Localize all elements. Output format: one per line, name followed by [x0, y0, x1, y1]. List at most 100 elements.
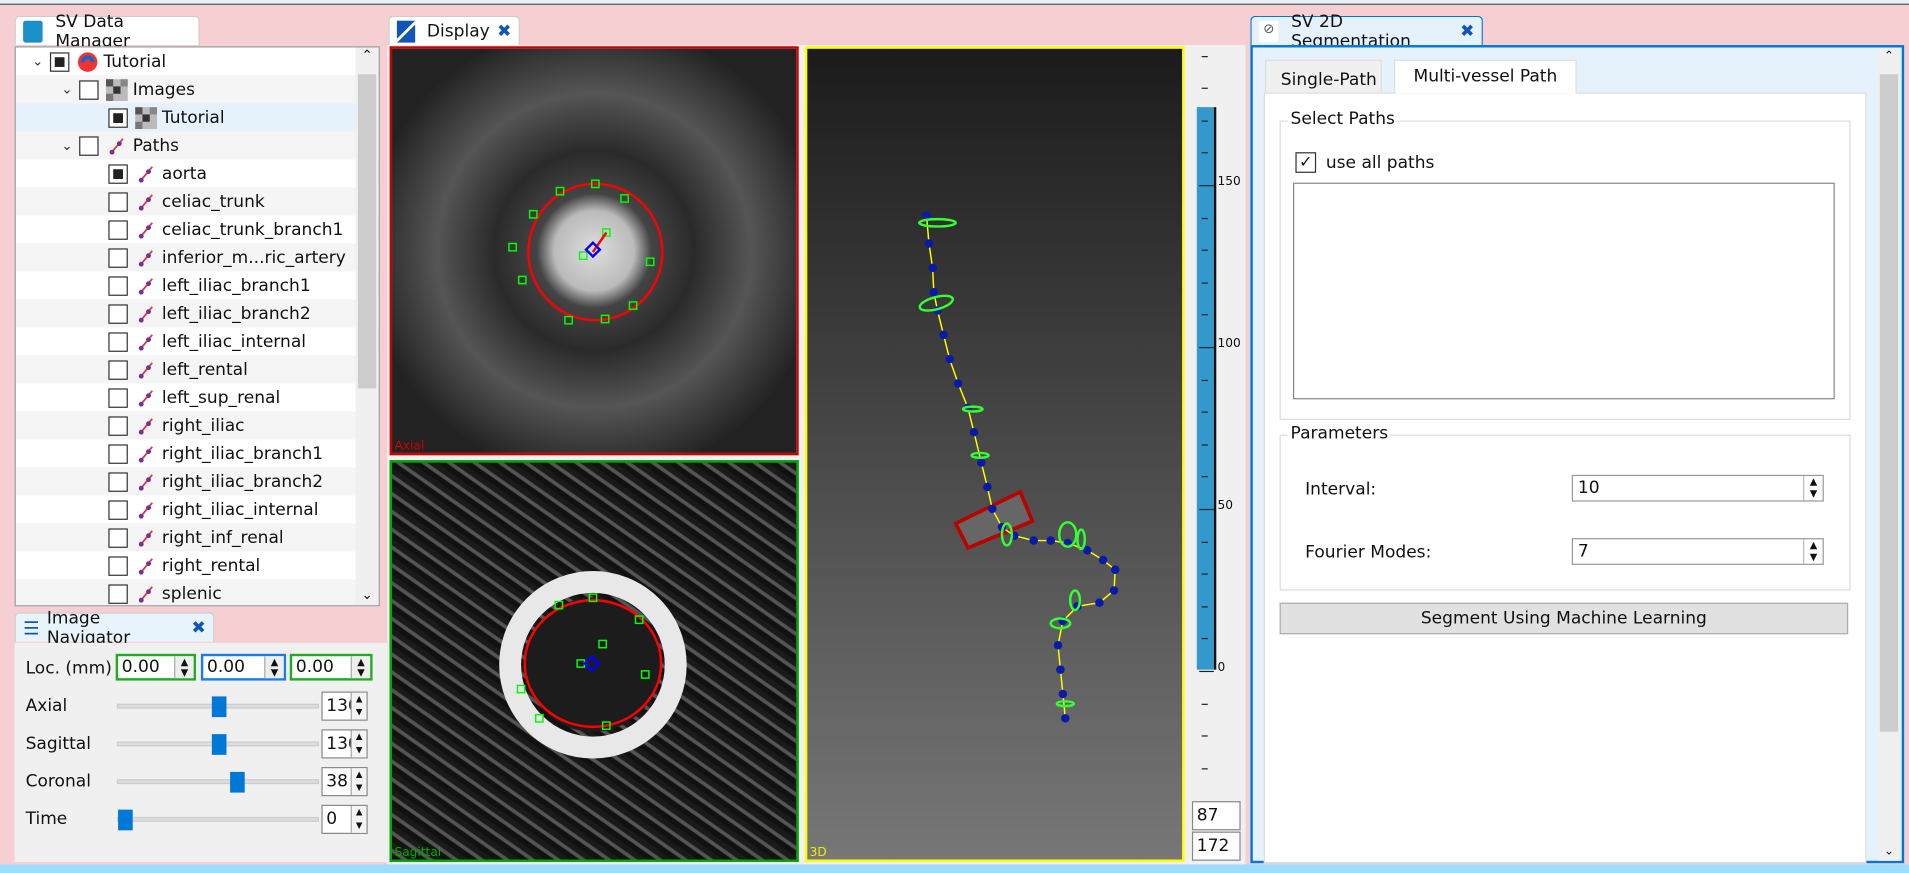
segment-ml-button[interactable]: Segment Using Machine Learning: [1279, 602, 1849, 635]
visibility-checkbox[interactable]: [108, 471, 128, 492]
visibility-checkbox[interactable]: [108, 499, 128, 520]
loc-x-input[interactable]: 0.00 ▲ ▼: [115, 653, 197, 681]
tree-item[interactable]: ⌄ Images: [15, 75, 379, 104]
path-point[interactable]: [1061, 714, 1070, 723]
slice-plane[interactable]: [953, 489, 1035, 551]
spin-buttons[interactable]: ▲ ▼: [350, 692, 367, 720]
slice-spinbox[interactable]: 130 ▲ ▼: [321, 729, 368, 759]
fourier-modes-input[interactable]: 7 ▲ ▼: [1571, 538, 1824, 565]
tree-item[interactable]: right_iliac_branch1: [16, 440, 379, 468]
visibility-checkbox[interactable]: [108, 163, 128, 184]
path-point[interactable]: [1098, 555, 1108, 565]
tree-item[interactable]: left_iliac_branch2: [15, 299, 379, 328]
path-point[interactable]: [1029, 536, 1038, 545]
tree-item[interactable]: right_inf_renal: [15, 523, 379, 552]
spin-buttons[interactable]: ▲ ▼: [350, 730, 367, 758]
path-point[interactable]: [1056, 665, 1065, 674]
visibility-checkbox[interactable]: [79, 135, 99, 156]
tab-display[interactable]: Display ✖: [388, 15, 520, 46]
sagittal-contour[interactable]: [392, 463, 799, 862]
tab-multi-vessel-path[interactable]: Multi-vessel Path: [1394, 59, 1577, 94]
level-window-bar[interactable]: [1196, 107, 1214, 670]
close-icon[interactable]: ✖: [497, 21, 511, 40]
tree-item[interactable]: left_sup_renal: [16, 384, 379, 412]
level-window-ruler[interactable]: 150 100 50 0 87 172: [1187, 46, 1248, 862]
3d-view[interactable]: 3D: [804, 46, 1185, 862]
visibility-checkbox[interactable]: [108, 247, 128, 268]
slider-thumb[interactable]: [211, 734, 227, 755]
tree-item[interactable]: Tutorial: [15, 103, 379, 132]
visibility-checkbox[interactable]: [108, 583, 128, 604]
spin-buttons[interactable]: ▲ ▼: [350, 768, 367, 796]
control-points[interactable]: [508, 179, 655, 325]
panel-scrollbar[interactable]: ⌃ ⌄: [1878, 49, 1900, 861]
visibility-checkbox[interactable]: [108, 443, 128, 464]
chevron-down-icon[interactable]: ⌄: [26, 54, 50, 70]
path-point[interactable]: [983, 482, 992, 492]
slider-thumb[interactable]: [230, 771, 246, 793]
path-point[interactable]: [1053, 641, 1063, 650]
path-point[interactable]: [928, 263, 937, 273]
path-point[interactable]: [1046, 536, 1055, 545]
visibility-checkbox[interactable]: [49, 51, 70, 72]
slice-spinbox[interactable]: 130 ▲ ▼: [321, 691, 368, 721]
spin-buttons[interactable]: ▲ ▼: [264, 656, 284, 679]
visibility-checkbox[interactable]: [108, 387, 128, 408]
visibility-checkbox[interactable]: [108, 219, 128, 240]
tree-item[interactable]: aorta: [16, 159, 379, 187]
visibility-checkbox[interactable]: [79, 79, 99, 100]
path-point[interactable]: [1095, 598, 1104, 607]
path-point[interactable]: [939, 330, 948, 340]
slice-slider[interactable]: [116, 734, 319, 755]
tree-item[interactable]: right_iliac: [15, 411, 379, 440]
visibility-checkbox[interactable]: [108, 303, 128, 324]
use-all-paths-checkbox[interactable]: ✓ use all paths: [1295, 152, 1434, 173]
tree-item[interactable]: left_rental: [15, 355, 379, 384]
path-point[interactable]: [969, 427, 979, 437]
tree-item[interactable]: celiac_trunk_branch1: [16, 215, 379, 243]
tree-item[interactable]: splenic: [15, 579, 379, 606]
spin-buttons[interactable]: ▲ ▼: [1803, 476, 1822, 501]
segmentation-contour[interactable]: [527, 182, 664, 322]
visibility-checkbox[interactable]: [108, 359, 128, 380]
close-icon[interactable]: ✖: [1460, 21, 1474, 40]
tree-item[interactable]: inferior_m...ric_artery: [15, 243, 379, 272]
visibility-checkbox[interactable]: [108, 527, 128, 548]
visibility-checkbox[interactable]: [108, 555, 128, 576]
path-point[interactable]: [924, 239, 934, 248]
close-icon[interactable]: ✖: [191, 618, 205, 637]
spin-buttons[interactable]: ▲ ▼: [350, 805, 367, 833]
tree-item[interactable]: right_rental: [16, 552, 379, 580]
interval-input[interactable]: 10 ▲ ▼: [1571, 474, 1824, 502]
tree-item[interactable]: right_iliac_branch2: [15, 467, 379, 496]
tree-scrollbar[interactable]: ⌃ ⌄: [355, 47, 379, 606]
tab-single-path[interactable]: Single-Path: [1264, 59, 1382, 94]
paths-list[interactable]: [1292, 182, 1835, 400]
visibility-checkbox[interactable]: [108, 415, 128, 436]
path-point[interactable]: [988, 504, 997, 514]
spin-buttons[interactable]: ▲ ▼: [1803, 539, 1822, 564]
slice-spinbox[interactable]: 38 ▲ ▼: [321, 767, 368, 797]
path-point[interactable]: [1109, 586, 1119, 595]
slice-slider[interactable]: [116, 809, 319, 831]
spin-buttons[interactable]: ▲ ▼: [350, 656, 371, 679]
level-max-input[interactable]: 87: [1191, 801, 1241, 831]
visibility-checkbox[interactable]: [108, 191, 128, 212]
axial-contour[interactable]: [392, 49, 799, 456]
visibility-checkbox[interactable]: [108, 331, 128, 352]
tree-item[interactable]: ⌄ Paths: [15, 131, 379, 160]
slice-slider[interactable]: [116, 771, 319, 793]
path-point[interactable]: [1058, 689, 1068, 699]
axial-view[interactable]: Axial: [389, 46, 799, 456]
check-icon[interactable]: ✓: [1295, 152, 1317, 173]
loc-y-input[interactable]: 0.00 ▲ ▼: [200, 653, 287, 681]
tree-item[interactable]: left_iliac_internal: [16, 328, 379, 356]
loc-z-input[interactable]: 0.00 ▲ ▼: [289, 653, 373, 681]
vessel-centerline[interactable]: [925, 215, 1116, 719]
visibility-checkbox[interactable]: [108, 275, 128, 296]
path-point[interactable]: [953, 379, 963, 388]
slider-thumb[interactable]: [211, 696, 227, 718]
slice-spinbox[interactable]: 0 ▲ ▼: [321, 804, 368, 834]
tab-data-manager[interactable]: SV Data Manager: [14, 12, 200, 51]
tab-2d-segmentation[interactable]: ⊘ SV 2D Segmentation ✖: [1250, 12, 1483, 51]
